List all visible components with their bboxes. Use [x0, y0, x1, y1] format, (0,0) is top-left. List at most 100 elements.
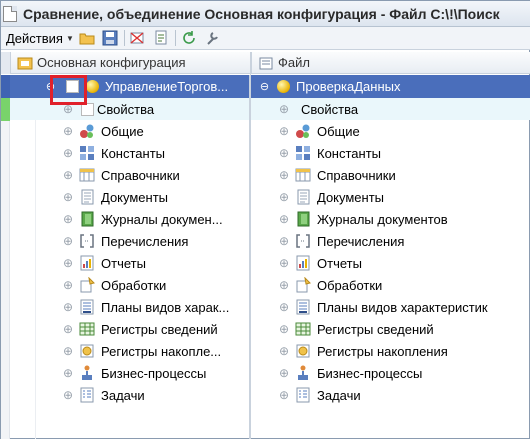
expand-icon[interactable]: ⊕	[63, 213, 73, 225]
expand-icon[interactable]: ⊕	[63, 389, 73, 401]
tree-item-label: Регистры накопления	[317, 343, 448, 359]
common-icon	[295, 123, 311, 139]
tree-row[interactable]: ⊕ Общие	[10, 120, 249, 142]
tree-row[interactable]: ⊕ Справочники	[251, 164, 530, 186]
expand-icon[interactable]: ⊕	[279, 345, 289, 357]
expand-icon[interactable]: ⊕	[63, 345, 73, 357]
tree-row[interactable]: ⊕ Перечисления	[10, 230, 249, 252]
save-button[interactable]	[100, 29, 120, 47]
tree-item-label: Планы видов характеристик	[317, 299, 488, 315]
expand-icon[interactable]: ⊕	[63, 257, 73, 269]
tree-item-label: Общие	[101, 123, 144, 139]
tree-item-label: Отчеты	[101, 255, 146, 271]
tree-row[interactable]: ⊕ Планы видов харак...	[10, 296, 249, 318]
tree-row[interactable]: ⊕ Задачи	[251, 384, 530, 406]
tree-row[interactable]: ⊕ Бизнес-процессы	[251, 362, 530, 384]
collapse-icon[interactable]: ⊖	[259, 81, 270, 93]
merge-checkbox[interactable]	[66, 80, 79, 93]
expand-icon[interactable]: ⊕	[63, 125, 73, 137]
processing-icon	[295, 277, 311, 293]
expand-icon[interactable]: ⊕	[63, 367, 73, 379]
right-column-header[interactable]: Файл	[251, 52, 530, 74]
tree-item-label: Константы	[101, 145, 165, 161]
expand-icon[interactable]: ⊕	[279, 389, 289, 401]
business-processes-icon	[79, 365, 95, 381]
documents-icon	[295, 189, 311, 205]
left-root-row[interactable]: ⊖ УправлениеТоргов...	[10, 75, 249, 98]
toolbar: Действия ▼	[1, 27, 530, 50]
enums-icon	[79, 233, 95, 249]
info-registers-icon	[79, 321, 95, 337]
tree-row[interactable]: ⊕ Журналы докумен...	[10, 208, 249, 230]
tree-row[interactable]: ⊕ Общие	[251, 120, 530, 142]
expand-icon[interactable]: ⊕	[279, 367, 289, 379]
tree-item-label: Бизнес-процессы	[317, 365, 423, 381]
collapse-icon[interactable]: ⊖	[45, 81, 56, 93]
tree-row[interactable]: ⊕ Справочники	[10, 164, 249, 186]
tree-row[interactable]: ⊕ Обработки	[251, 274, 530, 296]
tree-row[interactable]: ⊕ Отчеты	[10, 252, 249, 274]
expand-icon[interactable]: ⊕	[63, 103, 73, 115]
expand-icon[interactable]: ⊕	[279, 169, 289, 181]
expand-icon[interactable]: ⊕	[279, 301, 289, 313]
row-stripe-selected	[1, 75, 10, 98]
expand-icon[interactable]: ⊕	[63, 169, 73, 181]
save-icon	[102, 30, 118, 46]
expand-icon[interactable]: ⊕	[279, 257, 289, 269]
expand-icon[interactable]: ⊕	[279, 147, 289, 159]
expand-icon[interactable]: ⊕	[63, 301, 73, 313]
tree-item-label: Регистры сведений	[317, 321, 434, 337]
tree-item-label: Журналы докумен...	[101, 211, 223, 227]
expand-icon[interactable]: ⊕	[63, 279, 73, 291]
expand-icon[interactable]: ⊕	[63, 191, 73, 203]
tree-row[interactable]: ⊕ Константы	[10, 142, 249, 164]
tree-item-label: Общие	[317, 123, 360, 139]
tree-row[interactable]: ⊕ Регистры накопле...	[10, 340, 249, 362]
window-title: Сравнение, объединение Основная конфигур…	[23, 5, 500, 22]
filter-button[interactable]	[128, 29, 148, 47]
open-folder-button[interactable]	[77, 29, 97, 47]
expand-icon[interactable]: ⊕	[279, 103, 289, 115]
expand-icon[interactable]: ⊕	[279, 213, 289, 225]
actions-menu[interactable]: Действия ▼	[6, 31, 74, 46]
tree-row[interactable]: ⊕ Отчеты	[251, 252, 530, 274]
toolbar-separator	[123, 30, 125, 46]
tree-row[interactable]: ⊕ Перечисления	[251, 230, 530, 252]
report-button[interactable]	[151, 29, 171, 47]
expand-icon[interactable]: ⊕	[63, 323, 73, 335]
tree-item-label: Перечисления	[317, 233, 405, 249]
tree-row[interactable]: ⊕ Документы	[251, 186, 530, 208]
expand-icon[interactable]: ⊕	[279, 191, 289, 203]
expand-icon[interactable]: ⊕	[279, 323, 289, 335]
constants-icon	[79, 145, 95, 161]
tree-row[interactable]: ⊕ Свойства	[251, 98, 530, 120]
refresh-button[interactable]	[179, 29, 199, 47]
left-column-header[interactable]: Основная конфигурация	[10, 52, 250, 74]
catalogs-icon	[295, 167, 311, 183]
expand-icon[interactable]: ⊕	[63, 147, 73, 159]
business-processes-icon	[295, 365, 311, 381]
tree-row[interactable]: ⊕ Регистры накопления	[251, 340, 530, 362]
tree-row[interactable]: ⊕ Константы	[251, 142, 530, 164]
expand-icon[interactable]: ⊕	[63, 235, 73, 247]
tree-item-label: Обработки	[101, 277, 167, 293]
expand-icon[interactable]: ⊕	[279, 279, 289, 291]
checkbox-icon[interactable]	[79, 101, 95, 117]
accumulation-registers-icon	[79, 343, 95, 359]
tree-row[interactable]: ⊕ Свойства	[10, 98, 249, 120]
tree-item-label: Регистры сведений	[101, 321, 218, 337]
tree-row[interactable]: ⊕ Регистры сведений	[10, 318, 249, 340]
tree-row[interactable]: ⊕ Журналы документов	[251, 208, 530, 230]
tree-item-label: Константы	[317, 145, 381, 161]
expand-icon[interactable]: ⊕	[279, 235, 289, 247]
tree-row[interactable]: ⊕ Задачи	[10, 384, 249, 406]
tree-row[interactable]: ⊕ Регистры сведений	[251, 318, 530, 340]
tree-row[interactable]: ⊕ Планы видов характеристик	[251, 296, 530, 318]
left-tree: ⊖ УправлениеТоргов... ⊕ Свойства ⊕ Общие…	[10, 75, 250, 439]
expand-icon[interactable]: ⊕	[279, 125, 289, 137]
tree-row[interactable]: ⊕ Бизнес-процессы	[10, 362, 249, 384]
tree-row[interactable]: ⊕ Обработки	[10, 274, 249, 296]
settings-button[interactable]	[202, 29, 222, 47]
right-root-row[interactable]: ⊖ ПроверкаДанных	[251, 75, 530, 98]
tree-row[interactable]: ⊕ Документы	[10, 186, 249, 208]
